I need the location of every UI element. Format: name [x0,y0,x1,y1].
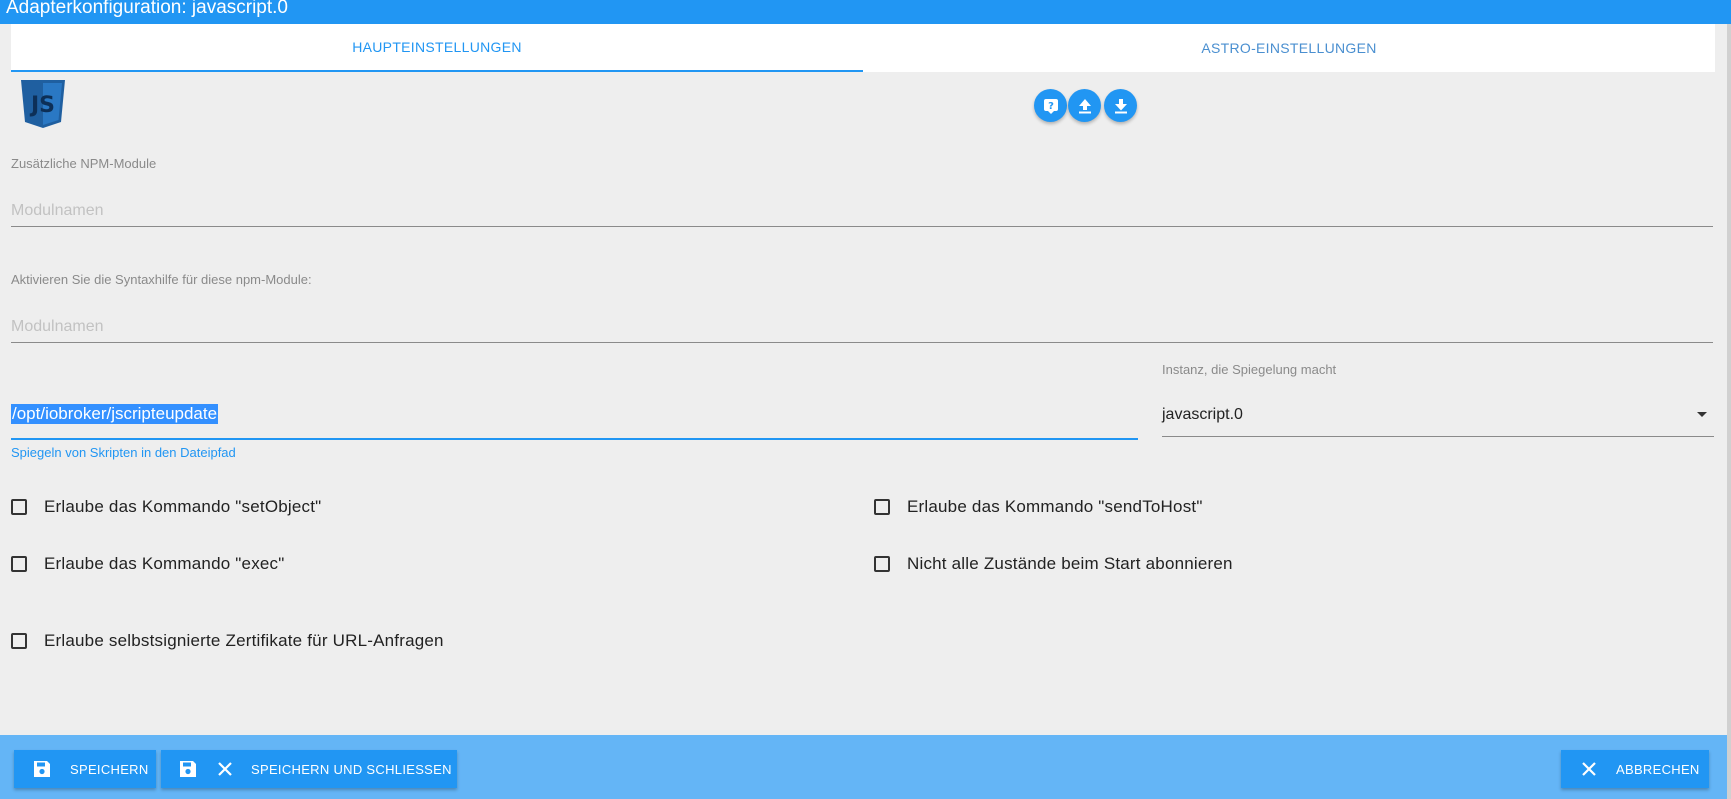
window-title: Adapterkonfiguration: javascript.0 [0,0,1731,24]
save-close-button-label: Speichern und schließen [251,761,452,777]
syntax-help-label: Aktivieren Sie die Syntaxhilfe für diese… [11,272,312,287]
mirror-path-field[interactable]: /opt/iobroker/jscripteupdate [11,398,1138,440]
checkbox-box[interactable] [874,499,890,515]
svg-text:?: ? [1048,101,1054,112]
help-button[interactable]: ? [1034,89,1067,122]
close-icon [218,762,232,776]
logo-text: JS [29,93,55,118]
checkbox-label: Erlaube das Kommando "setObject" [44,497,322,516]
download-button[interactable] [1104,89,1137,122]
mirror-path-value: /opt/iobroker/jscripteupdate [11,404,219,424]
save-button[interactable]: Speichern [14,750,156,788]
checkbox-self-signed-certs[interactable]: Erlaube selbstsignierte Zertifikate für … [11,631,444,651]
download-icon [1114,98,1127,113]
checkbox-label: Nicht alle Zustände beim Start abonniere… [907,554,1233,573]
tab-astro-einstellungen[interactable]: Astro-Einstellungen [863,24,1715,72]
instance-select[interactable]: javascript.0 [1162,398,1714,437]
npm-modules-field [11,196,1713,227]
close-icon [1582,762,1596,776]
checkbox-send-to-host[interactable]: Erlaube das Kommando "sendToHost" [874,497,1203,517]
npm-modules-input[interactable] [11,196,1713,226]
save-icon [180,761,196,777]
checkbox-label: Erlaube das Kommando "sendToHost" [907,497,1203,516]
javascript-logo: JS [19,78,67,130]
checkbox-box[interactable] [11,556,27,572]
syntax-help-field [11,312,1713,343]
save-close-button[interactable]: Speichern und schließen [161,750,457,788]
checkbox-set-object[interactable]: Erlaube das Kommando "setObject" [11,497,321,517]
save-button-label: Speichern [70,761,149,777]
tab-bar: Haupteinstellungen Astro-Einstellungen [11,24,1715,72]
checkbox-exec[interactable]: Erlaube das Kommando "exec" [11,554,285,574]
checkbox-box[interactable] [11,499,27,515]
chevron-down-icon [1697,412,1707,417]
checkbox-label: Erlaube das Kommando "exec" [44,554,285,573]
cancel-button[interactable]: Abbrechen [1561,750,1709,788]
save-icon [34,761,50,777]
instance-label: Instanz, die Spiegelung macht [1162,362,1337,377]
checkbox-box[interactable] [874,556,890,572]
scrollbar[interactable] [1727,24,1731,799]
tab-haupteinstellungen[interactable]: Haupteinstellungen [11,24,863,72]
upload-icon [1078,98,1091,113]
mirror-path-helper: Spiegeln von Skripten in den Dateipfad [11,445,236,460]
upload-button[interactable] [1068,89,1101,122]
npm-modules-label: Zusätzliche NPM-Module [11,156,157,171]
checkbox-no-subscribe-states[interactable]: Nicht alle Zustände beim Start abonniere… [874,554,1233,574]
instance-value: javascript.0 [1162,406,1243,423]
checkbox-box[interactable] [11,633,27,649]
help-icon: ? [1043,98,1058,114]
syntax-help-input[interactable] [11,312,1713,342]
cancel-button-label: Abbrechen [1616,761,1700,777]
checkbox-label: Erlaube selbstsignierte Zertifikate für … [44,631,444,650]
